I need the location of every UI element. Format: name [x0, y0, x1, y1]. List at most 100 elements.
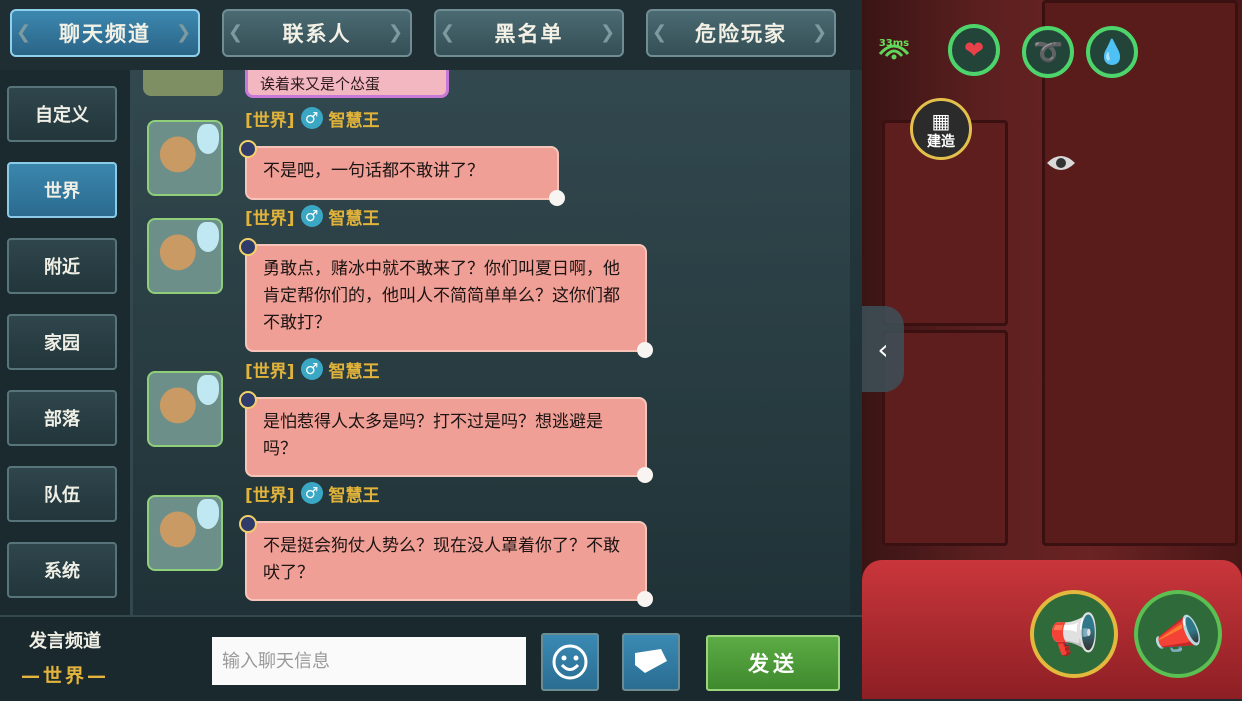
quick-phrase-button[interactable] [622, 633, 680, 691]
message-bubble: 诶着来又是个怂蛋 [245, 70, 449, 98]
pet-spirit-icon [197, 124, 219, 154]
channel-tab-label: 队伍 [44, 485, 80, 506]
bubble-ornament-icon [239, 140, 257, 158]
channel-sidebar: 自定义 世界 附近 家园 部落 队伍 系统 [0, 70, 133, 615]
broadcast-button[interactable]: 📣 [1134, 590, 1222, 678]
chevron-left-icon: ❮ [440, 22, 458, 43]
bubble-ornament-icon [637, 342, 653, 358]
tab-label: 联系人 [282, 22, 352, 46]
channel-tab-label: 系统 [44, 561, 80, 582]
tab-chat-channel[interactable]: ❮ 聊天频道 ❯ [10, 9, 200, 57]
tab-contacts[interactable]: ❮ 联系人 ❯ [222, 9, 412, 57]
avatar[interactable] [147, 495, 223, 571]
male-icon: ♂ [300, 358, 323, 380]
build-icon: ▦ [931, 109, 951, 133]
channel-tab-world[interactable]: 世界 [7, 162, 117, 218]
top-tab-bar: ❮ 聊天频道 ❯ ❮ 联系人 ❯ ❮ 黑名单 ❯ ❮ 危险玩家 ❯ [0, 0, 862, 70]
channel-tab-tribe[interactable]: 部落 [7, 390, 117, 446]
build-label: 建造 [927, 134, 955, 150]
tab-label: 聊天频道 [59, 22, 151, 46]
send-button[interactable]: 发送 [706, 635, 840, 691]
ping-readout: 33ms [878, 38, 910, 49]
hunger-meter: ➰ [1022, 26, 1074, 78]
message-bubble: 勇敢点，赌冰中就不敢来了？你们叫夏日啊，他肯定帮你们的，他叫人不简简单单么？这你… [239, 238, 653, 358]
food-icon: ➰ [1033, 38, 1063, 66]
chevron-right-icon: ❯ [388, 22, 406, 43]
collapse-chat-button[interactable]: ‹ [862, 306, 904, 392]
emoji-button[interactable] [541, 633, 599, 691]
pet-spirit-icon [197, 499, 219, 529]
message-text: 诶着来又是个怂蛋 [260, 75, 381, 93]
avatar[interactable] [147, 371, 223, 447]
chevron-right-icon: ❯ [812, 22, 830, 43]
message-text: 不是吧，一句话都不敢讲了？ [263, 161, 484, 181]
channel-tab-label: 部落 [44, 409, 80, 430]
sender-name[interactable]: 智慧王 [329, 204, 380, 229]
avatar[interactable] [147, 120, 223, 196]
smiley-icon [552, 644, 588, 680]
message-bubble: 不是吧，一句话都不敢讲了？ [239, 140, 565, 206]
message-list[interactable]: 诶着来又是个怂蛋 [世界] ♂ 智慧王 不是吧，一句话都不敢讲了？ [世界] ♂… [133, 70, 850, 615]
message-text: 不是挺会狗仗人势么？现在没人罩着你了？不敢吠了？ [263, 536, 620, 583]
eye-icon[interactable] [1044, 150, 1078, 176]
channel-tab-home[interactable]: 家园 [7, 314, 117, 370]
pet-spirit-icon [197, 375, 219, 405]
megaphone-icon: 📣 [1153, 611, 1203, 658]
door [1042, 0, 1238, 546]
bubble-ornament-icon [549, 190, 565, 206]
channel-tab-label: 附近 [44, 257, 80, 278]
world-broadcast-button[interactable]: 📢 [1030, 590, 1118, 678]
speaking-channel-selector[interactable]: —世界— [0, 661, 130, 688]
channel-tab-label: 家园 [44, 333, 80, 354]
health-meter: ❤ [948, 24, 1000, 76]
avatar[interactable] [147, 218, 223, 294]
speech-bubble-icon [635, 649, 667, 673]
bubble-ornament-icon [637, 467, 653, 483]
avatar[interactable] [143, 70, 223, 96]
chevron-left-icon: ❮ [228, 22, 246, 43]
water-drop-icon: 💧 [1097, 38, 1127, 66]
bubble-ornament-icon [239, 238, 257, 256]
bubble-ornament-icon [637, 591, 653, 607]
channel-tab-nearby[interactable]: 附近 [7, 238, 117, 294]
message-text: 勇敢点，赌冰中就不敢来了？你们叫夏日啊，他肯定帮你们的，他叫人不简简单单么？这你… [263, 259, 620, 333]
message-channel: [世界] [245, 361, 295, 382]
sender-line: [世界] ♂ 智慧王 [245, 204, 380, 229]
sender-line: [世界] ♂ 智慧王 [245, 481, 380, 506]
tab-label: 黑名单 [494, 22, 564, 46]
male-icon: ♂ [300, 205, 323, 227]
chevron-right-icon: ❯ [600, 22, 618, 43]
pet-spirit-icon [197, 222, 219, 252]
male-icon: ♂ [300, 482, 323, 504]
heart-icon: ❤ [963, 36, 985, 64]
message-channel: [世界] [245, 485, 295, 506]
sender-name[interactable]: 智慧王 [329, 481, 380, 506]
channel-tab-system[interactable]: 系统 [7, 542, 117, 598]
chevron-left-icon: ‹ [877, 332, 889, 366]
speaking-channel-label: 发言频道 [29, 631, 101, 652]
chevron-right-icon: ❯ [176, 22, 194, 43]
channel-tab-label: 世界 [44, 181, 80, 202]
megaphone-icon: 📢 [1049, 611, 1099, 658]
channel-tab-custom[interactable]: 自定义 [7, 86, 117, 142]
build-button[interactable]: ▦ 建造 [910, 98, 972, 160]
bubble-ornament-icon [239, 515, 257, 533]
channel-tab-team[interactable]: 队伍 [7, 466, 117, 522]
message-bubble: 不是挺会狗仗人势么？现在没人罩着你了？不敢吠了？ [239, 515, 653, 607]
message-channel: [世界] [245, 208, 295, 229]
chevron-left-icon: ❮ [16, 22, 34, 43]
chat-input-bar: 发言频道 —世界— 发送 [0, 615, 862, 701]
chat-panel: ❮ 聊天频道 ❯ ❮ 联系人 ❯ ❮ 黑名单 ❯ ❮ 危险玩家 ❯ 自定义 世界… [0, 0, 862, 701]
sender-name[interactable]: 智慧王 [329, 357, 380, 382]
male-icon: ♂ [300, 107, 323, 129]
channel-tab-label: 自定义 [35, 105, 89, 126]
tab-blacklist[interactable]: ❮ 黑名单 ❯ [434, 9, 624, 57]
tab-dangerous-players[interactable]: ❮ 危险玩家 ❯ [646, 9, 836, 57]
message-channel: [世界] [245, 110, 295, 131]
sender-line: [世界] ♂ 智慧王 [245, 357, 380, 382]
message-bubble: 是怕惹得人太多是吗？打不过是吗？想逃避是吗？ [239, 391, 653, 483]
message-text: 是怕惹得人太多是吗？打不过是吗？想逃避是吗？ [263, 412, 603, 459]
sender-name[interactable]: 智慧王 [329, 106, 380, 131]
chat-input[interactable] [212, 637, 526, 685]
chevron-left-icon: ❮ [652, 22, 670, 43]
